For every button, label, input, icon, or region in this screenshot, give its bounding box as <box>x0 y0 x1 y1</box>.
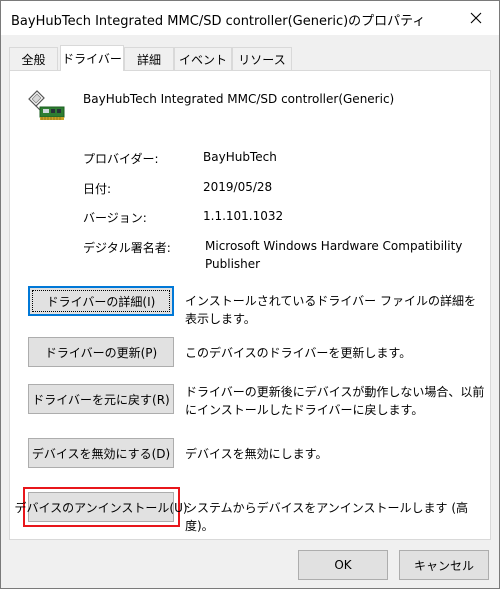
uninstall-device-label: デバイスのアンインストール(U) <box>14 500 188 515</box>
update-driver-desc: このデバイスのドライバーを更新します。 <box>185 346 412 360</box>
driver-tab-panel: BayHubTech Integrated MMC/SD controller(… <box>9 70 491 540</box>
provider-value: BayHubTech <box>203 150 277 164</box>
properties-dialog: BayHubTech Integrated MMC/SD controller(… <box>0 0 500 589</box>
window-title: BayHubTech Integrated MMC/SD controller(… <box>11 14 426 29</box>
uninstall-device-button[interactable]: デバイスのアンインストール(U) <box>14 492 188 522</box>
update-driver-label: ドライバーの更新(P) <box>44 345 158 360</box>
disable-device-button[interactable]: デバイスを無効にする(D) <box>28 438 174 468</box>
close-button[interactable] <box>453 1 499 35</box>
rollback-driver-button[interactable]: ドライバーを元に戻す(R) <box>28 384 174 414</box>
rollback-driver-label: ドライバーを元に戻す(R) <box>32 392 170 407</box>
title-bar: BayHubTech Integrated MMC/SD controller(… <box>1 1 499 35</box>
signer-label: デジタル署名者: <box>83 241 171 255</box>
tab-general[interactable]: 全般 <box>9 47 58 70</box>
driver-details-button[interactable]: ドライバーの詳細(I) <box>28 286 174 316</box>
ok-button[interactable]: OK <box>298 550 388 580</box>
update-driver-button[interactable]: ドライバーの更新(P) <box>28 337 174 367</box>
tab-details[interactable]: 詳細 <box>124 47 174 70</box>
version-value: 1.1.101.1032 <box>203 209 284 223</box>
provider-label: プロバイダー: <box>83 152 159 166</box>
disable-device-desc: デバイスを無効にします。 <box>185 447 328 461</box>
cancel-button[interactable]: キャンセル <box>399 550 489 580</box>
signer-value: Microsoft Windows Hardware Compatibility… <box>205 239 463 271</box>
device-name: BayHubTech Integrated MMC/SD controller(… <box>83 92 395 106</box>
disable-device-label: デバイスを無効にする(D) <box>31 446 171 461</box>
rollback-driver-desc: ドライバーの更新後にデバイスが動作しない場合、以前にインストールしたドライバーに… <box>185 385 485 417</box>
tab-events[interactable]: イベント <box>174 47 232 70</box>
sd-card-controller-icon <box>28 90 65 120</box>
driver-details-desc: インストールされているドライバー ファイルの詳細を表示します。 <box>185 294 476 326</box>
date-value: 2019/05/28 <box>203 180 273 194</box>
tab-driver[interactable]: ドライバー <box>60 45 124 71</box>
focus-ring <box>32 290 170 312</box>
tab-resources[interactable]: リソース <box>232 47 292 70</box>
uninstall-device-desc: システムからデバイスをアンインストールします (高度)。 <box>185 501 469 533</box>
version-label: バージョン: <box>83 211 147 225</box>
date-label: 日付: <box>83 182 112 196</box>
close-icon <box>470 12 482 24</box>
